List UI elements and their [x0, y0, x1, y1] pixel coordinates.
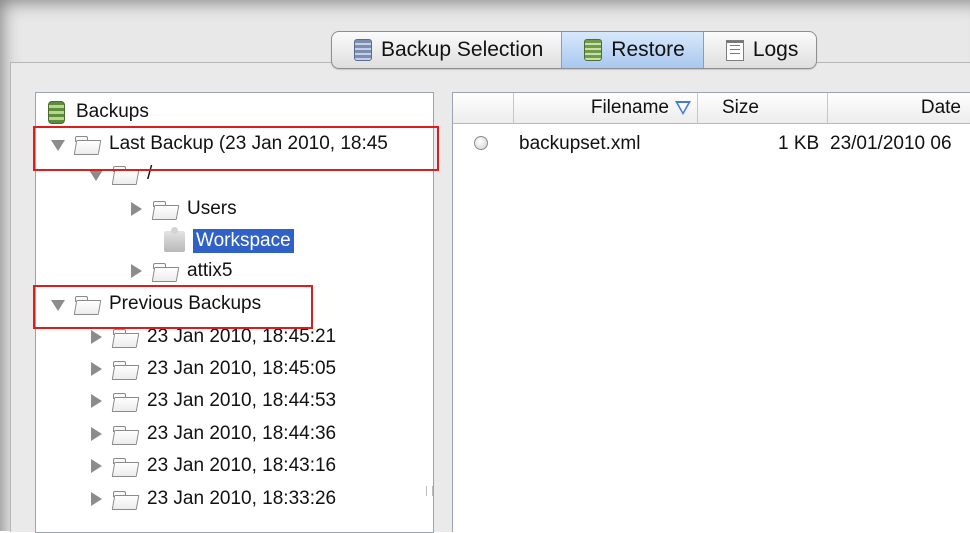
tree-label: 23 Jan 2010, 18:44:36: [147, 423, 337, 444]
file-list-header: Filename Size Date: [453, 93, 970, 124]
tab-bar: Backup Selection Restore Logs: [331, 31, 818, 69]
tree-item-attix5[interactable]: attix5: [128, 256, 232, 286]
column-label: Date: [920, 97, 961, 118]
column-header-size[interactable]: Size: [697, 93, 827, 123]
tree-root-backups[interactable]: Backups: [48, 97, 149, 127]
disclosure-collapsed-icon[interactable]: [128, 201, 144, 217]
folder-icon: [153, 200, 178, 219]
folder-icon: [113, 328, 138, 347]
tree-label: Backups: [76, 101, 149, 122]
folder-icon: [113, 457, 138, 476]
column-label: Filename: [590, 97, 669, 118]
folder-icon: [113, 425, 138, 444]
column-header-date[interactable]: Date: [827, 93, 970, 123]
tab-logs[interactable]: Logs: [704, 32, 817, 68]
database-icon: [48, 100, 65, 124]
table-row[interactable]: backupset.xml 1 KB 23/01/2010 06: [453, 131, 970, 157]
tab-label: Backup Selection: [381, 38, 544, 61]
folder-icon: [113, 392, 138, 411]
tree-label: 23 Jan 2010, 18:33:26: [147, 488, 337, 509]
disclosure-collapsed-icon[interactable]: [88, 329, 104, 345]
tab-restore[interactable]: Restore: [562, 32, 704, 68]
disclosure-collapsed-icon[interactable]: [128, 263, 144, 279]
sort-descending-icon: [675, 101, 691, 115]
logs-icon: [725, 39, 744, 61]
database-icon: [584, 39, 603, 61]
scrollbar-nub[interactable]: [426, 486, 433, 496]
restore-window: Backup Selection Restore Logs Backups La…: [0, 0, 970, 533]
tab-backup-selection[interactable]: Backup Selection: [332, 32, 563, 68]
cell-filename: backupset.xml: [519, 133, 641, 154]
tab-label: Logs: [752, 38, 799, 61]
folder-icon: [113, 360, 138, 379]
tree-item-previous[interactable]: 23 Jan 2010, 18:44:53: [88, 386, 336, 416]
disclosure-collapsed-icon[interactable]: [88, 458, 104, 474]
tree-label: 23 Jan 2010, 18:43:16: [147, 455, 337, 476]
folder-icon: [113, 490, 138, 509]
tree-item-previous[interactable]: 23 Jan 2010, 18:45:05: [88, 354, 336, 384]
disclosure-collapsed-icon[interactable]: [88, 491, 104, 507]
tree-label: Users: [187, 198, 237, 219]
file-list: Filename Size Date backupset.xml 1 KB 23…: [452, 92, 970, 532]
folder-icon: [153, 262, 178, 281]
disclosure-collapsed-icon[interactable]: [88, 361, 104, 377]
disclosure-collapsed-icon[interactable]: [88, 393, 104, 409]
tree-label-selected: Workspace: [193, 229, 294, 253]
tree-item-previous[interactable]: 23 Jan 2010, 18:44:36: [88, 419, 336, 449]
column-label: Size: [722, 97, 759, 118]
disclosure-collapsed-icon[interactable]: [88, 426, 104, 442]
tree-item-users[interactable]: Users: [128, 194, 237, 224]
puzzle-icon: [164, 226, 185, 252]
tree-item-workspace[interactable]: Workspace: [164, 226, 294, 256]
cell-size: 1 KB: [778, 133, 820, 154]
annotation-box-previous-backups: [33, 285, 313, 329]
tree-label: 23 Jan 2010, 18:44:53: [147, 390, 337, 411]
tree-label: attix5: [187, 260, 233, 281]
tree-label: 23 Jan 2010, 18:45:21: [147, 326, 337, 347]
cell-date: 23/01/2010 06: [830, 133, 952, 154]
database-icon: [354, 39, 372, 61]
column-header-filename[interactable]: Filename: [513, 93, 697, 123]
select-radio[interactable]: [474, 136, 488, 150]
tree-label: 23 Jan 2010, 18:45:05: [147, 358, 337, 379]
tree-item-previous[interactable]: 23 Jan 2010, 18:33:26: [88, 484, 336, 514]
tree-item-previous[interactable]: 23 Jan 2010, 18:43:16: [88, 451, 336, 481]
tab-label: Restore: [611, 38, 685, 61]
annotation-box-last-backup: [33, 126, 439, 171]
